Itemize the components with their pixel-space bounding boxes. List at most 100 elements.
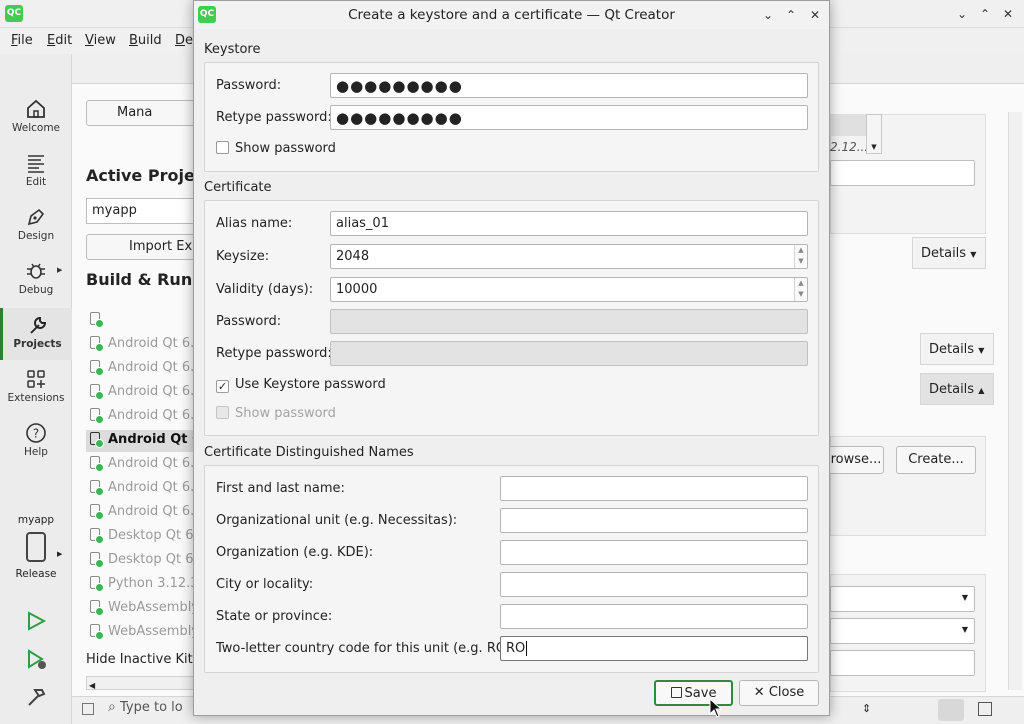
progress-toggle-icon[interactable] (938, 699, 964, 721)
mode-help[interactable]: ? Help (0, 416, 72, 468)
menu-view[interactable]: View (85, 33, 116, 48)
vertical-scrollbar[interactable] (1008, 112, 1022, 690)
alias-field[interactable]: alias_01 (330, 211, 808, 236)
close-icon[interactable]: ✕ (998, 4, 1018, 24)
horizontal-scrollbar[interactable]: ◀ (86, 676, 196, 690)
kit-item[interactable]: Python 3.12.3 (90, 576, 199, 598)
alias-label: Alias name: (216, 216, 293, 231)
dn-group-title: Certificate Distinguished Names (204, 445, 414, 460)
maximize-icon[interactable]: ⌃ (781, 5, 801, 25)
close-icon[interactable]: ✕ (805, 5, 825, 25)
browse-button[interactable]: rowse... (828, 446, 884, 474)
keystore-retype-field[interactable]: ●●●●●●●●● (330, 105, 808, 130)
qt-version-combo[interactable]: 2.12... (830, 140, 868, 154)
kit-item[interactable]: Android Qt 6. (90, 456, 194, 478)
debug-run-icon[interactable] (25, 648, 49, 672)
org-unit-field[interactable] (500, 508, 808, 533)
kit-item[interactable] (90, 312, 108, 334)
kit-item-selected[interactable]: Android Qt 6 (86, 430, 201, 452)
kit-item[interactable]: Desktop Qt 6 (90, 552, 193, 574)
minimize-icon[interactable]: ⌄ (952, 4, 972, 24)
state-label: State or province: (216, 609, 333, 624)
mode-label: Extensions (7, 392, 65, 404)
mode-projects[interactable]: Projects (0, 308, 72, 360)
combo-2[interactable]: ▼ (830, 618, 975, 644)
keystore-show-password-checkbox[interactable]: Show password (216, 141, 336, 156)
kit-item[interactable]: WebAssembly (90, 600, 199, 622)
kit-item[interactable]: Android Qt 6. (90, 504, 194, 526)
kit-item[interactable]: Android Qt 6. (90, 360, 194, 382)
combo-arrow-icon[interactable]: ▼ (866, 114, 882, 154)
create-button[interactable]: Create... (896, 446, 976, 474)
kit-item[interactable]: WebAssembly (90, 624, 199, 646)
kit-device-icon (90, 312, 104, 328)
bug-icon (27, 263, 45, 279)
details-button-2[interactable]: Details ▼ (920, 333, 994, 365)
spin-arrows-icon[interactable]: ▲ ▼ (794, 278, 807, 301)
kit-device-icon (90, 576, 104, 592)
mode-debug[interactable]: Debug ▶ (0, 254, 72, 306)
details-button-1[interactable]: Details ▼ (912, 237, 986, 269)
kit-item[interactable]: Android Qt 6. (90, 480, 194, 502)
create-keystore-dialog: QC Create a keystore and a certificate —… (193, 0, 830, 716)
name-field[interactable] (500, 476, 808, 501)
certificate-password-label: Password: (216, 314, 282, 329)
mode-design[interactable]: Design (0, 200, 72, 252)
manage-kits-button[interactable]: Mana (86, 100, 196, 126)
run-icon[interactable] (25, 610, 47, 632)
mode-extensions[interactable]: Extensions (0, 362, 72, 414)
menu-file[interactable]: File (11, 33, 33, 48)
keystore-password-field[interactable]: ●●●●●●●●● (330, 73, 808, 98)
right-sidebar-icon[interactable] (978, 702, 992, 716)
close-button[interactable]: ✕ Close (739, 680, 819, 706)
menu-build[interactable]: Build (129, 33, 162, 48)
extensions-icon (27, 370, 45, 388)
close-icon: ✕ (753, 685, 765, 700)
mode-welcome[interactable]: Welcome (0, 92, 72, 144)
kit-item[interactable]: Desktop Qt 6 (90, 528, 193, 550)
organization-field[interactable] (500, 540, 808, 565)
dialog-title: Create a keystore and a certificate — Qt… (348, 7, 675, 23)
keysize-spinbox[interactable]: 2048 ▲ ▼ (330, 244, 808, 269)
details-button-3[interactable]: Details ▲ (920, 373, 994, 405)
kit-device-icon (90, 600, 104, 616)
mode-label: Projects (13, 338, 62, 350)
maximize-icon[interactable]: ⌃ (975, 4, 995, 24)
menu-debug[interactable]: De (175, 33, 193, 48)
wrench-icon (29, 317, 46, 334)
expand-arrow-icon: ▶ (57, 266, 63, 274)
kit-item[interactable]: Android Qt 6. (90, 336, 194, 358)
import-existing-build-button[interactable]: Import Ex (86, 234, 196, 260)
mode-label: Edit (25, 176, 47, 188)
city-label: City or locality: (216, 577, 314, 592)
menu-edit[interactable]: Edit (47, 33, 72, 48)
use-keystore-password-checkbox[interactable]: ✓ Use Keystore password (216, 377, 386, 393)
city-field[interactable] (500, 572, 808, 597)
pen-icon (27, 208, 45, 226)
home-icon (27, 99, 45, 118)
device-icon[interactable] (26, 532, 46, 562)
hide-inactive-kits-link[interactable]: Hide Inactive Kits (86, 652, 200, 667)
kit-device-icon (90, 552, 104, 568)
kit-item[interactable]: Android Qt 6. (90, 408, 194, 430)
validity-spinbox[interactable]: 10000 ▲ ▼ (330, 277, 808, 302)
kit-item[interactable]: Android Qt 6. (90, 384, 194, 406)
country-code-field[interactable]: RO (500, 636, 808, 661)
checkbox-box (216, 141, 229, 154)
combo-1[interactable]: ▼ (830, 586, 975, 612)
checkmark-icon: ✓ (216, 380, 229, 393)
state-field[interactable] (500, 604, 808, 629)
locator-search[interactable]: ⌕ Type to lo (108, 699, 194, 721)
certificate-show-password-checkbox: Show password (216, 406, 336, 421)
minimize-icon[interactable]: ⌄ (758, 5, 778, 25)
text-input[interactable] (830, 650, 975, 676)
mode-edit[interactable]: Edit (0, 146, 72, 198)
dialog-titlebar: QC Create a keystore and a certificate —… (194, 1, 829, 29)
updown-arrows-icon[interactable]: ⇕ (862, 702, 871, 715)
build-hammer-icon[interactable] (25, 686, 47, 708)
spin-arrows-icon[interactable]: ▲ ▼ (794, 245, 807, 268)
active-project-combo[interactable]: myapp (86, 198, 196, 224)
kit-device-icon (90, 504, 104, 520)
toggle-sidebar-icon[interactable] (82, 703, 94, 715)
path-input[interactable] (830, 160, 975, 186)
